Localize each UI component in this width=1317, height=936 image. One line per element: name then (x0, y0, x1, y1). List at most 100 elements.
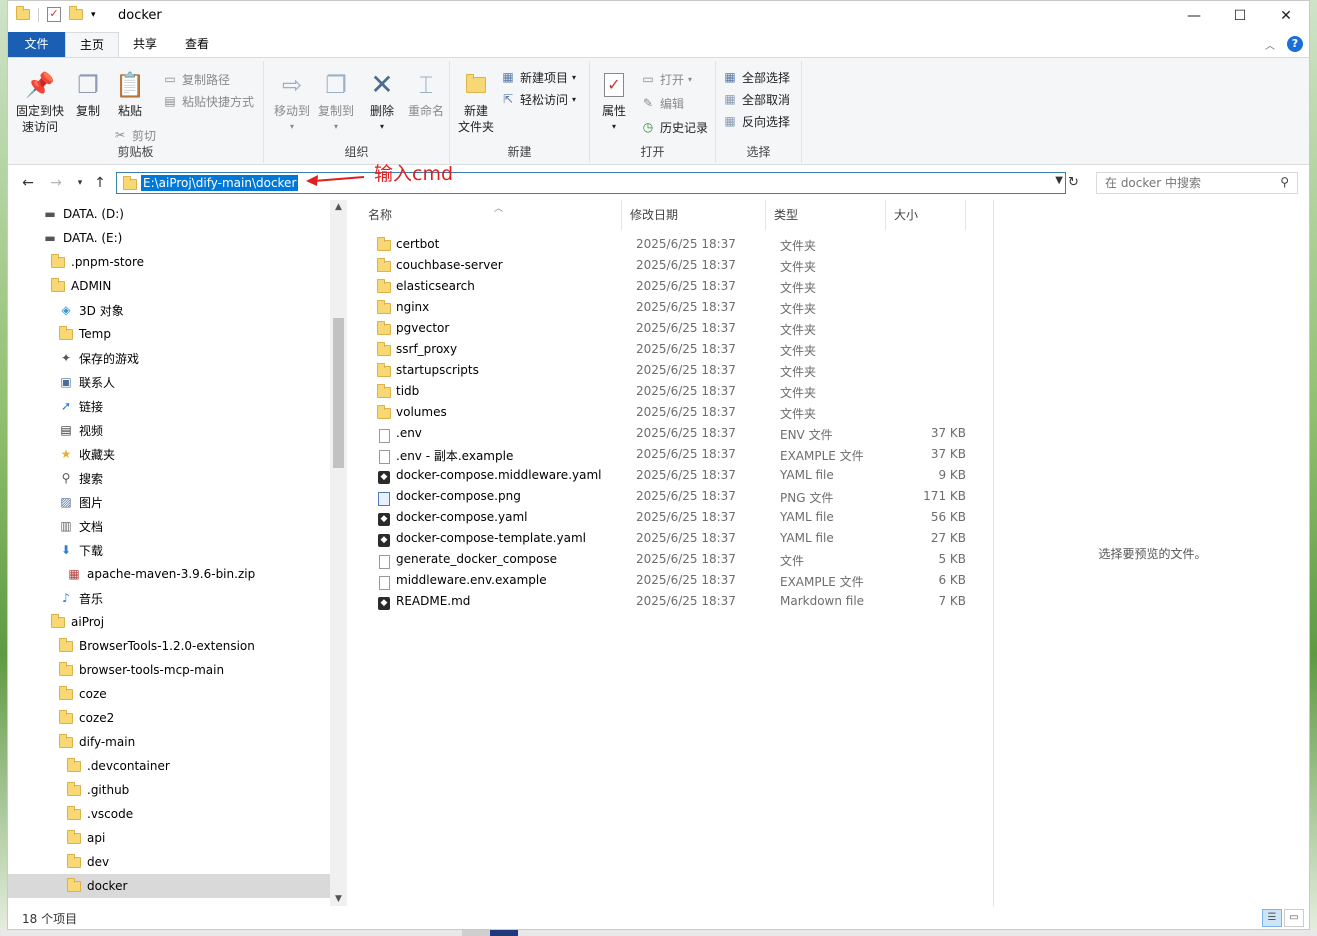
tree-item[interactable]: ◈ 3D 对象 (8, 298, 330, 322)
address-bar[interactable]: E:\aiProj\dify-main\docker ▼ (116, 172, 1066, 194)
address-dropdown-chevron-icon[interactable]: ▼ (1055, 175, 1063, 186)
collapse-ribbon-chevron-icon[interactable]: ︿ (1265, 37, 1275, 52)
tree-item[interactable]: ⬇ 下载 (8, 538, 330, 562)
move-to-button[interactable]: ⇨ 移动到 ▾ (270, 69, 314, 135)
tree-item[interactable]: ▨ 图片 (8, 490, 330, 514)
search-input[interactable] (1097, 173, 1267, 193)
tree-item[interactable]: docker (8, 874, 330, 898)
tree-item[interactable]: Temp (8, 322, 330, 346)
select-none-button[interactable]: ▦ 全部取消 (722, 89, 790, 109)
file-row[interactable]: nginx 2025/6/25 18:37 文件夹 (370, 297, 970, 318)
properties-qat-icon[interactable]: ✓ (47, 7, 61, 22)
customize-qat-chevron-icon[interactable]: ▾ (91, 10, 96, 20)
tab-file[interactable]: 文件 (8, 32, 65, 57)
copy-path-icon: ▭ (164, 72, 176, 86)
invert-selection-button[interactable]: ▦ 反向选择 (722, 111, 790, 131)
tree-item[interactable]: browser-tools-mcp-main (8, 658, 330, 682)
tree-item[interactable]: aiProj (8, 610, 330, 634)
address-path[interactable]: E:\aiProj\dify-main\docker (141, 175, 299, 191)
open-button[interactable]: ▭ 打开 ▾ (640, 69, 692, 89)
scroll-up-icon[interactable]: ▲ (330, 202, 347, 212)
copy-button[interactable]: ❐ 复制 (68, 69, 108, 119)
rename-button[interactable]: ⌶ 重命名 (404, 69, 448, 119)
paste-shortcut-button[interactable]: ▤ 粘贴快捷方式 (162, 91, 254, 111)
tree-item[interactable]: ➚ 链接 (8, 394, 330, 418)
file-row[interactable]: ◆ docker-compose.middleware.yaml 2025/6/25… (370, 465, 970, 486)
tab-view[interactable]: 查看 (171, 32, 223, 57)
column-header-type[interactable]: 类型 (766, 200, 886, 230)
tree-item[interactable]: ▣ 联系人 (8, 370, 330, 394)
tab-home[interactable]: 主页 (65, 32, 120, 57)
scrollbar-thumb[interactable] (333, 318, 344, 468)
file-row[interactable]: startupscripts 2025/6/25 18:37 文件夹 (370, 360, 970, 381)
refresh-icon[interactable]: ↻ (1068, 175, 1079, 190)
tree-item[interactable]: .github (8, 778, 330, 802)
tree-item[interactable]: .pnpm-store (8, 250, 330, 274)
tree-item[interactable]: ▥ 文档 (8, 514, 330, 538)
tree-item[interactable]: .vscode (8, 802, 330, 826)
tree-item[interactable]: ▤ 视频 (8, 418, 330, 442)
column-header-date[interactable]: 修改日期 (622, 200, 766, 230)
tree-item[interactable]: dify-main (8, 730, 330, 754)
minimize-button[interactable]: — (1171, 1, 1217, 32)
file-row[interactable]: ssrf_proxy 2025/6/25 18:37 文件夹 (370, 339, 970, 360)
forward-button[interactable]: → (46, 173, 66, 193)
tree-item[interactable]: ✦ 保存的游戏 (8, 346, 330, 370)
file-row[interactable]: certbot 2025/6/25 18:37 文件夹 (370, 234, 970, 255)
column-header-name[interactable]: 名称 ︿ (360, 200, 622, 230)
file-row[interactable]: docker-compose.png 2025/6/25 18:37 PNG 文件 1… (370, 486, 970, 507)
back-button[interactable]: ← (18, 173, 38, 193)
tree-item[interactable]: ★ 收藏夹 (8, 442, 330, 466)
new-item-button[interactable]: ▦ 新建项目 ▾ (500, 67, 576, 87)
copy-to-button[interactable]: ❐ 复制到 ▾ (314, 69, 358, 135)
tree-item[interactable]: ♪ 音乐 (8, 586, 330, 610)
recent-locations-chevron-icon[interactable]: ▾ (70, 173, 90, 193)
tree-item[interactable]: ▬ DATA. (D:) (8, 202, 330, 226)
file-row[interactable]: .env - 副本.example 2025/6/25 18:37 EXAMPLE … (370, 444, 970, 465)
edit-button[interactable]: ✎ 编辑 (640, 93, 684, 113)
new-folder-button[interactable]: 新建 文件夹 (454, 69, 498, 135)
tree-item[interactable]: ⚲ 搜索 (8, 466, 330, 490)
tree-item[interactable]: coze2 (8, 706, 330, 730)
maximize-button[interactable]: ☐ (1217, 1, 1263, 32)
file-row[interactable]: elasticsearch 2025/6/25 18:37 文件夹 (370, 276, 970, 297)
paste-button[interactable]: 📋 粘贴 (110, 69, 150, 119)
file-row[interactable]: middleware.env.example 2025/6/25 18:37 EXA… (370, 570, 970, 591)
search-box[interactable]: ⚲ (1096, 172, 1298, 194)
tree-item[interactable]: BrowserTools-1.2.0-extension (8, 634, 330, 658)
large-icons-view-icon[interactable]: ▭ (1284, 909, 1304, 927)
file-row[interactable]: volumes 2025/6/25 18:37 文件夹 (370, 402, 970, 423)
delete-button[interactable]: ✕ 删除 ▾ (364, 69, 400, 135)
column-header-size[interactable]: 大小 (886, 200, 966, 230)
history-button[interactable]: ◷ 历史记录 (640, 117, 708, 137)
cut-button[interactable]: ✂ 剪切 (112, 125, 156, 145)
nav-scrollbar[interactable]: ▲ ▼ (330, 200, 347, 906)
file-row[interactable]: ◆ docker-compose.yaml 2025/6/25 18:37 YAML … (370, 507, 970, 528)
scroll-down-icon[interactable]: ▼ (330, 894, 347, 904)
new-folder-qat-icon[interactable] (69, 6, 83, 20)
properties-button[interactable]: ✓ 属性 ▾ (594, 69, 634, 135)
tree-item[interactable]: api (8, 826, 330, 850)
tree-item[interactable]: ADMIN (8, 274, 330, 298)
tree-item[interactable]: .devcontainer (8, 754, 330, 778)
tree-item[interactable]: ▬ DATA. (E:) (8, 226, 330, 250)
tree-item[interactable]: dev (8, 850, 330, 874)
up-button[interactable]: ↑ (90, 173, 110, 193)
details-view-icon[interactable]: ☰ (1262, 909, 1282, 927)
file-row[interactable]: couchbase-server 2025/6/25 18:37 文件夹 (370, 255, 970, 276)
help-icon[interactable]: ? (1287, 36, 1303, 52)
close-button[interactable]: ✕ (1263, 1, 1309, 32)
tab-share[interactable]: 共享 (119, 32, 171, 57)
file-row[interactable]: pgvector 2025/6/25 18:37 文件夹 (370, 318, 970, 339)
pin-quick-access-button[interactable]: 📌 固定到快 速访问 (14, 69, 66, 135)
select-all-button[interactable]: ▦ 全部选择 (722, 67, 790, 87)
tree-item[interactable]: coze (8, 682, 330, 706)
copy-path-button[interactable]: ▭ 复制路径 (162, 69, 230, 89)
file-row[interactable]: ◆ README.md 2025/6/25 18:37 Markdown file 7 … (370, 591, 970, 612)
tree-item[interactable]: ▦ apache-maven-3.9.6-bin.zip (8, 562, 330, 586)
easy-access-button[interactable]: ⇱ 轻松访问 ▾ (500, 89, 576, 109)
file-row[interactable]: tidb 2025/6/25 18:37 文件夹 (370, 381, 970, 402)
file-row[interactable]: generate_docker_compose 2025/6/25 18:37 文件… (370, 549, 970, 570)
file-row[interactable]: .env 2025/6/25 18:37 ENV 文件 37 KB (370, 423, 970, 444)
file-row[interactable]: ◆ docker-compose-template.yaml 2025/6/25 1… (370, 528, 970, 549)
